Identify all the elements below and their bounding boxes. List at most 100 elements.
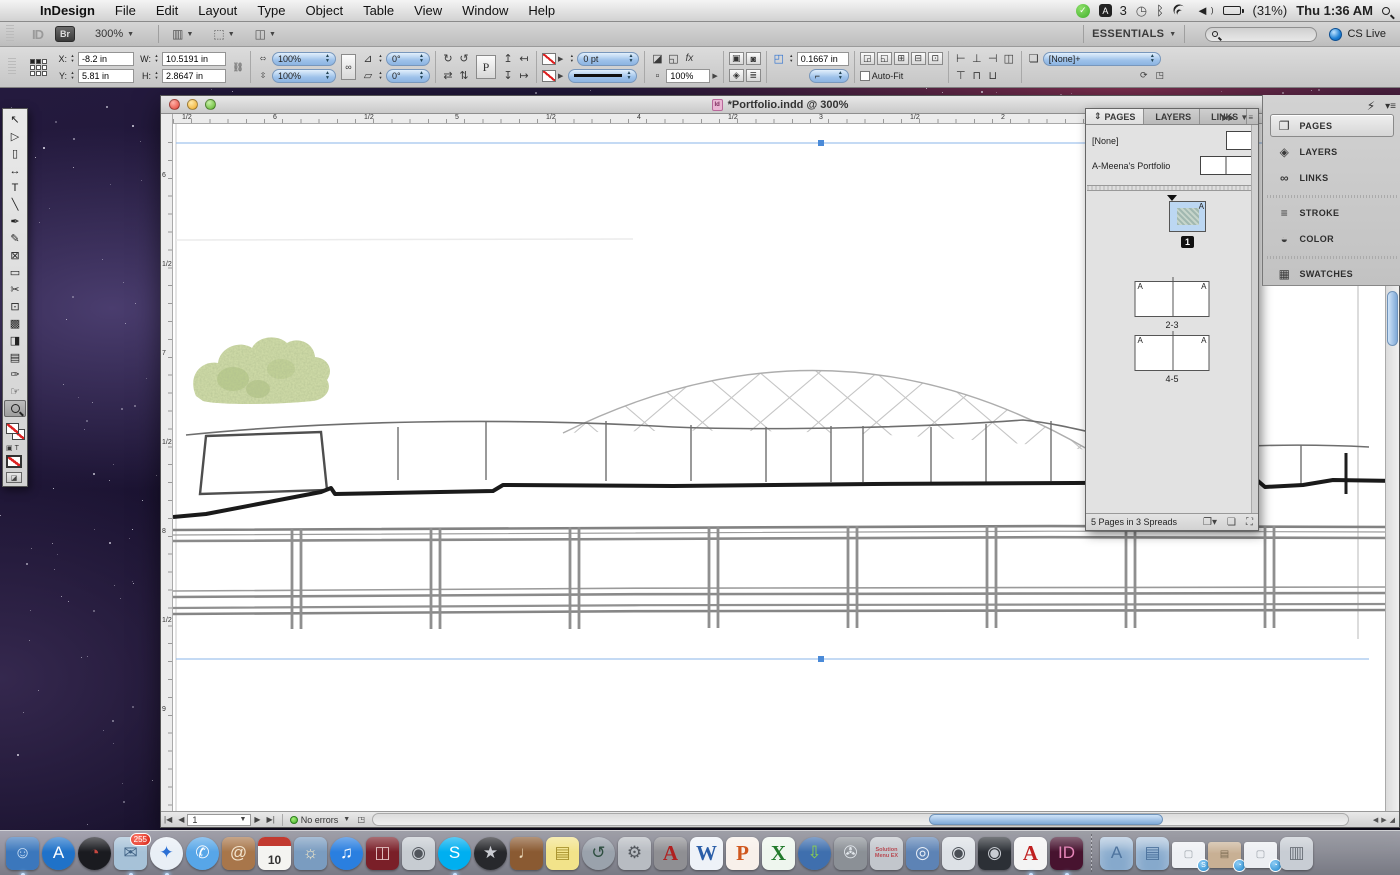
eyedropper-tool[interactable]: ✑ <box>4 366 26 383</box>
fill-color-arrow[interactable]: ▶ <box>558 72 563 80</box>
gap-tool[interactable]: ↔ <box>4 162 26 179</box>
apply-color-button[interactable] <box>6 455 22 468</box>
page-tool[interactable]: ▯ <box>4 145 26 162</box>
menu-item[interactable]: Help <box>518 3 565 18</box>
object-style-dropdown[interactable]: [None]+ ▲ ▼ <box>1042 51 1161 66</box>
excel[interactable]: X <box>762 836 795 870</box>
select-previous-object-icon[interactable]: ↤ <box>517 52 531 65</box>
ical[interactable]: 10 <box>258 836 291 870</box>
horizontal-scrollbar[interactable] <box>372 813 1349 826</box>
link-scale-icon[interactable]: ∞ <box>341 54 356 80</box>
finder[interactable]: ☺ <box>6 836 39 870</box>
PAGES[interactable]: ❐ PAGES <box>1269 114 1394 137</box>
note-tool[interactable]: ▤ <box>4 349 26 366</box>
app-store[interactable]: A <box>42 836 75 870</box>
fill-swatch[interactable] <box>6 423 19 434</box>
wifi-icon[interactable] <box>1173 6 1187 16</box>
LINKS[interactable]: ∞ LINKS <box>1270 166 1394 189</box>
gradient-feather-tool[interactable]: ◨ <box>4 332 26 349</box>
autocad[interactable]: A <box>654 836 687 870</box>
word[interactable]: W <box>690 836 723 870</box>
spread-4-5-item[interactable]: AA 4-5 <box>1134 331 1210 384</box>
scroll-right-button[interactable]: ▶ <box>1381 816 1386 824</box>
system-preferences[interactable]: ⚙ <box>618 836 651 870</box>
control-panel-menu-icon[interactable]: ▾≡ <box>1385 101 1396 112</box>
volume-icon[interactable]: ◄) <box>1196 3 1214 18</box>
rectangle-tool[interactable]: ▭ <box>4 264 26 281</box>
minimized-window-skype[interactable]: ▢ S <box>1172 841 1210 872</box>
corner-radius-field[interactable] <box>796 51 849 66</box>
zoom-level-dropdown[interactable]: 300% ▼ <box>89 26 140 42</box>
line-tool[interactable]: ╲ <box>4 196 26 213</box>
effects-menu-icon[interactable]: fx <box>682 53 696 64</box>
menu-item[interactable]: Edit <box>146 3 188 18</box>
opacity-arrow[interactable]: ▶ <box>712 72 717 80</box>
time-machine[interactable]: ↺ <box>582 836 615 870</box>
skype[interactable]: S <box>438 836 471 870</box>
distribute-icon[interactable]: ◫ <box>1002 52 1016 65</box>
transparency-icon[interactable]: ◱ <box>666 52 680 65</box>
remote-desktop[interactable]: ✇ <box>834 836 867 870</box>
new-page-icon[interactable]: ❏ <box>1227 517 1236 528</box>
SWATCHES[interactable]: ▦ SWATCHES <box>1266 256 1397 285</box>
clear-overrides-icon[interactable]: ◳ <box>1153 70 1167 81</box>
vertical-scroll-thumb[interactable] <box>1387 291 1398 346</box>
menu-item[interactable]: View <box>404 3 452 18</box>
align-center-icon[interactable]: ⊥ <box>970 52 984 65</box>
iphoto[interactable]: ☼ <box>294 836 327 870</box>
drop-shadow-icon[interactable]: ◪ <box>650 52 664 65</box>
height-field[interactable] <box>162 68 226 83</box>
center-content-icon[interactable]: ⊡ <box>927 52 943 65</box>
hand-tool[interactable]: ☞ <box>4 383 26 400</box>
preflight-menu-arrow[interactable]: ▼ <box>343 816 350 823</box>
address-book[interactable]: @ <box>222 836 255 870</box>
wrap-jump-icon[interactable]: ≣ <box>745 69 761 82</box>
scissors-tool[interactable]: ✂ <box>4 281 26 298</box>
minimized-window-chat[interactable]: ▢ ◔ <box>1244 841 1282 872</box>
select-next-object-icon[interactable]: ↦ <box>517 69 531 82</box>
next-page-button[interactable]: ▶ <box>251 815 263 824</box>
photo-booth[interactable]: ◫ <box>366 836 399 870</box>
free-transform-tool[interactable]: ⊡ <box>4 298 26 315</box>
garageband[interactable]: ♩ <box>510 836 543 870</box>
formatting-affects-text-icon[interactable]: T <box>15 445 19 452</box>
fit-content-proportionally-icon[interactable]: ◱ <box>876 52 892 65</box>
stroke-weight-field[interactable]: 0 pt ▲ ▼ <box>577 51 640 66</box>
scale-x-field[interactable]: 100% ▲ ▼ <box>272 51 336 66</box>
shear-angle-field[interactable]: 0° ▲ ▼ <box>386 68 430 83</box>
ichat[interactable]: ✆ <box>186 836 219 870</box>
panel-menu-icon[interactable]: ▼≡ <box>1240 113 1253 122</box>
gradient-tool[interactable]: ▩ <box>4 315 26 332</box>
quick-apply-lightning-icon[interactable]: ⚡ <box>1367 99 1375 113</box>
corner-shape-dropdown[interactable]: ⌐ ▲ ▼ <box>808 68 849 83</box>
flip-vertical-icon[interactable]: ⇅ <box>457 69 471 82</box>
wrap-object-shape-icon[interactable]: ◈ <box>728 69 744 82</box>
fit-frame-to-content-icon[interactable]: ⊞ <box>893 52 909 65</box>
view-options-dropdown[interactable]: ▥ ▼ <box>167 25 198 43</box>
minimized-window-web[interactable]: ▤ ◔ <box>1208 841 1246 872</box>
spread-2-3-item[interactable]: AA 2-3 <box>1134 277 1210 330</box>
input-source-menu[interactable]: A 3 <box>1098 3 1127 18</box>
preflight-panel-icon[interactable]: ◳ <box>354 815 368 824</box>
select-content-icon[interactable]: ↧ <box>501 69 515 82</box>
master-none-row[interactable]: [None] <box>1092 131 1252 150</box>
frame-tool[interactable]: ⊠ <box>4 247 26 264</box>
pencil-tool[interactable]: ✎ <box>4 230 26 247</box>
align-middle-icon[interactable]: ⊓ <box>970 69 984 82</box>
documents-folder[interactable]: ▤ <box>1136 836 1169 870</box>
autofit-checkbox[interactable] <box>859 70 870 81</box>
menu-clock[interactable]: Thu 1:36 AM <box>1296 3 1373 18</box>
constrain-proportions-icon[interactable]: ⛓ <box>231 62 245 73</box>
direct-selection-tool[interactable]: ▷ <box>4 128 26 145</box>
STROKE[interactable]: ≡ STROKE <box>1266 195 1397 224</box>
horizontal-scroll-thumb[interactable] <box>928 814 1163 825</box>
fit-content-to-frame-icon[interactable]: ⊟ <box>910 52 926 65</box>
edit-page-size-icon[interactable]: ❐▾ <box>1203 517 1217 528</box>
menu-item[interactable]: Table <box>353 3 404 18</box>
first-page-button[interactable]: |◀ <box>161 815 175 824</box>
arrange-documents-dropdown[interactable]: ◫ ▼ <box>250 25 281 43</box>
adobe-reader[interactable]: A <box>1014 836 1047 870</box>
opacity-field[interactable] <box>666 68 711 83</box>
align-bottom-icon[interactable]: ⊔ <box>986 69 1000 82</box>
menu-item[interactable]: Layout <box>188 3 247 18</box>
